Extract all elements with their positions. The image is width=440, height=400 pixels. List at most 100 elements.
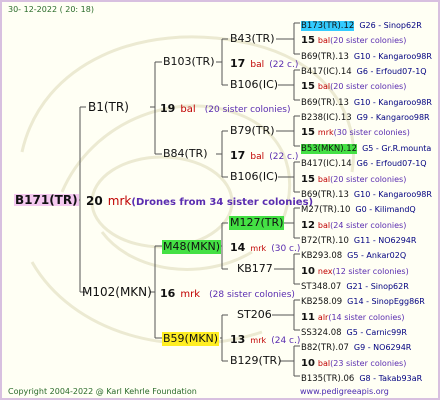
g2-mark-2: bal — [250, 152, 265, 162]
g4-queen[interactable]: KB293.08 — [301, 251, 342, 261]
g1-info-1: 19 bal (20 sister colonies) — [160, 101, 291, 116]
g2-mark-1: bal — [250, 60, 265, 70]
g4-drone-row: 15 bal(20 sister colonies) — [301, 78, 406, 93]
g1-count-2: 16 — [160, 287, 176, 300]
g4-count: 15 — [301, 173, 315, 185]
g4-queen-row: B53(MKN).12 G5 - Gr.R.mounta — [301, 140, 431, 155]
g4-breeder-info: G10 - Kangaroo98R — [353, 97, 432, 107]
root-count: 20 — [86, 194, 103, 208]
g1-queen-2[interactable]: M102(MKN) — [82, 286, 152, 298]
g4-mark: bal — [317, 36, 331, 46]
g2-count-4: 13 — [230, 333, 246, 346]
g4-drone-row: 15 mrk(30 sister colonies) — [301, 124, 410, 139]
g2-count-3: 14 — [230, 241, 246, 254]
g4-count: 10 — [301, 357, 315, 369]
g2-mark-3: mrk — [250, 244, 267, 253]
g4-queen-row: B417(IC).14 G6 - Erfoud07-1Q — [301, 63, 427, 78]
g4-breeder-info: G14 - SinopEgg86R — [347, 297, 425, 307]
g4-breeder-info: G9 - NO6294R — [353, 343, 412, 353]
g4-drone-row: 11 alr(14 sister colonies) — [301, 309, 405, 324]
g4-breeder-info: G6 - Erfoud07-1Q — [356, 159, 427, 169]
g4-count: 15 — [301, 35, 315, 47]
g4-count: 15 — [301, 127, 315, 139]
g4-drone-row: 15 bal(20 sister colonies) — [301, 171, 406, 186]
g3-queen-1[interactable]: B43(TR) — [230, 33, 275, 45]
g4-note: (20 sister colonies) — [330, 36, 407, 46]
g3-queen-3[interactable]: B79(TR) — [230, 125, 275, 137]
g4-note: (23 sister colonies) — [330, 358, 407, 368]
g2-count-2: 17 — [230, 149, 246, 162]
g4-queen[interactable]: B135(TR).06 — [301, 374, 354, 384]
g4-note: (20 sister colonies) — [330, 174, 407, 184]
g4-queen[interactable]: B69(TR).13 — [301, 190, 349, 200]
g2-queen-1[interactable]: B103(TR) — [163, 56, 215, 68]
g4-queen[interactable]: B417(IC).14 — [301, 67, 352, 77]
g3-queen-4[interactable]: B106(IC) — [230, 171, 278, 183]
g2-queen-2[interactable]: B84(TR) — [163, 148, 208, 160]
g3-queen-5[interactable]: M127(TR) — [229, 216, 285, 230]
g4-queen[interactable]: KB258.09 — [301, 297, 342, 307]
g4-breeder-info: G26 - Sinop62R — [359, 21, 422, 30]
g4-queen[interactable]: ST348.07 — [301, 282, 341, 292]
g4-queen[interactable]: B173(TR).12 — [301, 21, 355, 31]
g2-info-2: 17 bal (22 c.) — [230, 148, 298, 163]
g4-mark: bal — [317, 174, 331, 184]
g4-queen-row: B69(TR).13 G10 - Kangaroo98R — [301, 94, 432, 109]
g2-note-4: (24 c.) — [271, 336, 301, 346]
g4-note: (24 sister colonies) — [330, 220, 407, 230]
g4-queen-row: KB258.09 G14 - SinopEgg86R — [301, 293, 425, 308]
g1-queen-1[interactable]: B1(TR) — [88, 101, 129, 113]
root-queen[interactable]: B171(TR) — [14, 194, 79, 206]
g1-note-1: (20 sister colonies) — [204, 105, 291, 115]
g4-breeder-info: G5 - Ankar02Q — [347, 251, 407, 261]
g3-queen-2[interactable]: B106(IC) — [230, 79, 278, 91]
g4-queen-row: M27(TR).10 G0 - KilimandQ — [301, 201, 416, 216]
g4-queen[interactable]: M27(TR).10 — [301, 205, 350, 215]
g4-queen-row: B69(TR).13 G10 - Kangaroo98R — [301, 186, 432, 201]
g2-mark-4: mrk — [250, 336, 267, 345]
g4-mark: mrk — [317, 128, 334, 138]
g4-drone-row: 12 bal(24 sister colonies) — [301, 217, 406, 232]
g4-count: 10 — [301, 265, 315, 277]
g4-breeder-info: G11 - NO6294R — [353, 235, 417, 245]
g2-note-2: (22 c.) — [269, 152, 299, 162]
g2-queen-4[interactable]: B59(MKN) — [162, 332, 220, 346]
g4-breeder-info: G5 - Gr.R.mounta — [362, 143, 432, 153]
g4-queen[interactable]: B69(TR).13 — [301, 98, 349, 108]
g4-breeder-info: G10 - Kangaroo98R — [353, 51, 432, 61]
root-mark: mrk — [107, 194, 132, 208]
g1-mark-2: mrk — [180, 289, 201, 300]
g4-mark: bal — [317, 220, 331, 230]
g4-drone-row: 10 nex(12 sister colonies) — [301, 263, 409, 278]
g4-drone-row: 15 bal(20 sister colonies) — [301, 32, 406, 47]
g3-queen-7[interactable]: ST206 — [237, 309, 272, 321]
g2-note-3: (30 c.) — [271, 244, 301, 254]
site-link[interactable]: www.pedigreeapis.org — [300, 386, 389, 398]
g4-mark: bal — [317, 82, 331, 92]
g3-queen-6[interactable]: KB177 — [237, 263, 273, 275]
g3-queen-8[interactable]: B129(TR) — [230, 355, 282, 367]
g4-queen-row: B238(IC).13 G9 - Kangaroo98R — [301, 109, 430, 124]
g4-queen[interactable]: B69(TR).13 — [301, 52, 349, 62]
g4-queen[interactable]: B417(IC).14 — [301, 159, 352, 169]
g4-mark: bal — [317, 358, 331, 368]
g4-note: (30 sister colonies) — [333, 128, 410, 138]
g1-note-2: (28 sister colonies) — [209, 290, 295, 300]
g4-queen-row: B173(TR).12 G26 - Sinop62R — [301, 17, 422, 32]
g4-queen[interactable]: B72(TR).10 — [301, 236, 349, 246]
g1-count-1: 19 — [160, 102, 176, 115]
g2-queen-3[interactable]: M48(MKN) — [162, 240, 222, 254]
g4-queen-row: B135(TR).06 G8 - Takab93aR — [301, 370, 422, 385]
g4-queen[interactable]: B238(IC).13 — [301, 113, 352, 123]
g4-breeder-info: G5 - Carnic99R — [346, 328, 407, 337]
g1-info-2: 16 mrk (28 sister colonies) — [160, 286, 295, 301]
g4-count: 11 — [301, 311, 315, 323]
g4-queen[interactable]: B53(MKN).12 — [301, 143, 358, 154]
root-drone-info: 20 mrk(Drones from 34 sister colonies) — [86, 194, 313, 209]
g4-queen[interactable]: SS324.08 — [301, 328, 342, 338]
date-stamp: 30- 12-2022 ( 20: 18) — [8, 5, 94, 14]
g4-queen-row: ST348.07 G21 - Sinop62R — [301, 278, 409, 293]
g2-count-1: 17 — [230, 57, 246, 70]
g4-queen-row: B82(TR).07 G9 - NO6294R — [301, 339, 411, 354]
g4-queen[interactable]: B82(TR).07 — [301, 343, 349, 353]
